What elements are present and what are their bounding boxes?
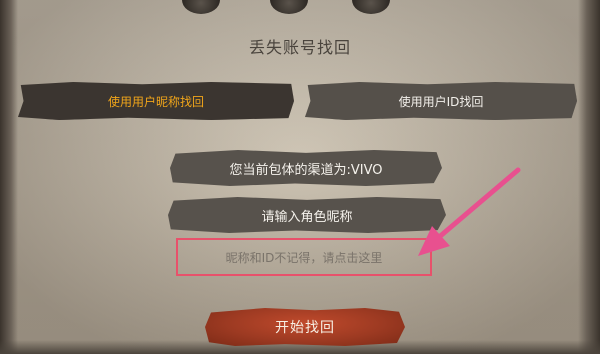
account-recovery-panel: 丢失账号找回 使用用户昵称找回 使用用户ID找回 您当前包体的渠道为:VIVO …	[0, 0, 600, 354]
tab-recover-by-id[interactable]: 使用用户ID找回	[305, 82, 577, 120]
page-title: 丢失账号找回	[248, 38, 351, 57]
pointer-arrow-icon	[418, 167, 521, 256]
start-recovery-button[interactable]: 开始找回	[205, 308, 405, 346]
top-ornament	[352, 0, 390, 14]
top-ornament	[182, 0, 220, 14]
forgot-credentials-link[interactable]: 昵称和ID不记得，请点击这里	[226, 249, 383, 266]
tab-recover-by-nickname[interactable]: 使用用户昵称找回	[18, 82, 294, 120]
top-ornament	[270, 0, 308, 14]
